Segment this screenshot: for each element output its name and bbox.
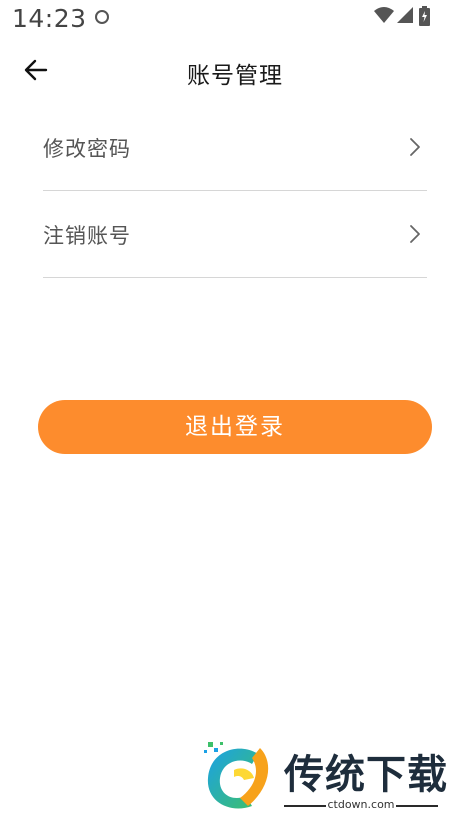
status-icons <box>360 6 440 26</box>
status-time: 14:23 <box>12 4 87 33</box>
app-header: 账号管理 <box>0 44 470 96</box>
notification-ring-icon <box>95 10 109 24</box>
watermark-brand: 传统下载 <box>284 752 448 798</box>
wifi-icon <box>374 7 394 23</box>
cell-signal-icon <box>397 7 413 23</box>
menu-item-label: 注销账号 <box>43 224 131 248</box>
menu-item-delete-account[interactable]: 注销账号 <box>43 191 427 278</box>
watermark-url: ctdown.com <box>327 798 395 811</box>
status-bar: 14:23 <box>0 0 470 40</box>
ctdown-logo-icon <box>204 742 269 809</box>
chevron-right-icon <box>410 138 420 156</box>
logout-button[interactable]: 退出登录 <box>38 400 432 454</box>
menu-item-label: 修改密码 <box>43 137 131 161</box>
menu-item-change-password[interactable]: 修改密码 <box>43 104 427 191</box>
chevron-right-icon <box>410 225 420 243</box>
account-menu: 修改密码 注销账号 <box>43 104 427 278</box>
watermark: 传统下载 ctdown.com <box>200 740 450 816</box>
watermark-url-row: ctdown.com <box>284 798 438 814</box>
page-title: 账号管理 <box>187 63 283 89</box>
battery-charging-icon <box>419 6 430 26</box>
